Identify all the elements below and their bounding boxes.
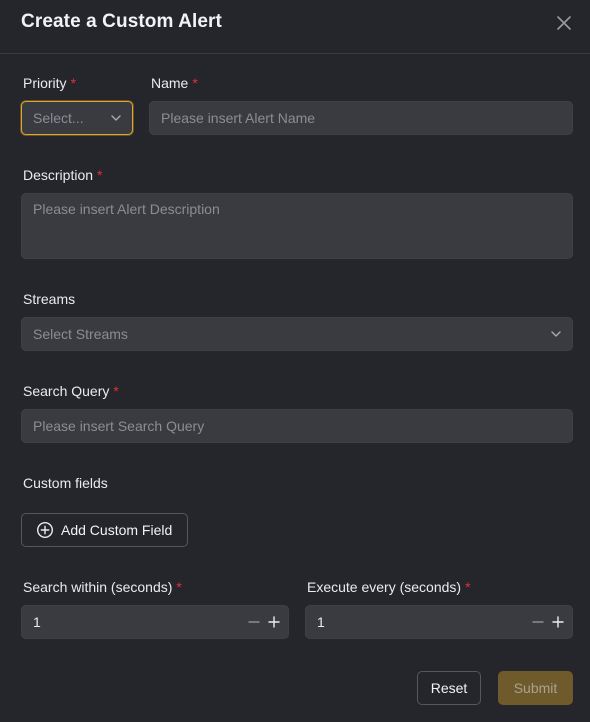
add-custom-field-label: Add Custom Field <box>61 522 173 538</box>
streams-placeholder: Select Streams <box>33 326 128 342</box>
priority-label: Priority * <box>23 75 76 91</box>
execute-every-label-text: Execute every (seconds) <box>307 579 462 595</box>
required-mark: * <box>97 167 103 183</box>
description-placeholder: Please insert Alert Description <box>33 201 220 217</box>
chevron-down-icon <box>111 115 121 121</box>
search-query-label-text: Search Query <box>23 383 110 399</box>
streams-label-text: Streams <box>23 291 76 307</box>
search-within-value: 1 <box>33 614 41 630</box>
search-within-label: Search within (seconds) * <box>23 579 182 595</box>
reset-button-label: Reset <box>430 680 468 696</box>
required-mark: * <box>465 579 471 595</box>
name-label: Name * <box>151 75 198 91</box>
execute-every-label: Execute every (seconds) * <box>307 579 471 595</box>
description-label-text: Description <box>23 167 94 183</box>
search-within-stepper <box>248 616 280 628</box>
search-query-label: Search Query * <box>23 383 119 399</box>
reset-button[interactable]: Reset <box>417 671 481 705</box>
submit-button-label: Submit <box>513 680 558 696</box>
minus-icon[interactable] <box>248 616 260 628</box>
plus-circle-icon <box>36 521 54 539</box>
search-query-input[interactable]: Please insert Search Query <box>21 409 573 443</box>
close-icon <box>557 16 571 30</box>
name-input[interactable]: Please insert Alert Name <box>149 101 573 135</box>
execute-every-value: 1 <box>317 614 325 630</box>
search-within-label-text: Search within (seconds) <box>23 579 173 595</box>
submit-button[interactable]: Submit <box>498 671 573 705</box>
search-query-placeholder: Please insert Search Query <box>33 418 205 434</box>
required-mark: * <box>192 75 198 91</box>
execute-every-stepper <box>532 616 564 628</box>
description-textarea[interactable]: Please insert Alert Description <box>21 193 573 259</box>
create-alert-modal: Create a Custom Alert Priority * Select..… <box>0 0 590 722</box>
required-mark: * <box>113 383 119 399</box>
modal-title: Create a Custom Alert <box>21 11 222 32</box>
custom-fields-label-text: Custom fields <box>23 475 108 491</box>
streams-label: Streams <box>23 291 75 307</box>
name-placeholder: Please insert Alert Name <box>161 110 316 126</box>
chevron-down-icon <box>551 331 561 337</box>
plus-icon[interactable] <box>552 616 564 628</box>
description-label: Description * <box>23 167 102 183</box>
priority-select[interactable]: Select... <box>21 101 133 135</box>
add-custom-field-button[interactable]: Add Custom Field <box>21 513 188 547</box>
search-within-input[interactable]: 1 <box>21 605 289 639</box>
modal-header: Create a Custom Alert <box>0 0 590 54</box>
required-mark: * <box>176 579 182 595</box>
name-label-text: Name <box>151 75 189 91</box>
custom-fields-label: Custom fields <box>23 475 108 491</box>
priority-label-text: Priority <box>23 75 67 91</box>
minus-icon[interactable] <box>532 616 544 628</box>
required-mark: * <box>70 75 77 91</box>
streams-select[interactable]: Select Streams <box>21 317 573 351</box>
execute-every-input[interactable]: 1 <box>305 605 573 639</box>
close-button[interactable] <box>553 12 575 34</box>
plus-icon[interactable] <box>268 616 280 628</box>
priority-placeholder: Select... <box>33 110 84 126</box>
